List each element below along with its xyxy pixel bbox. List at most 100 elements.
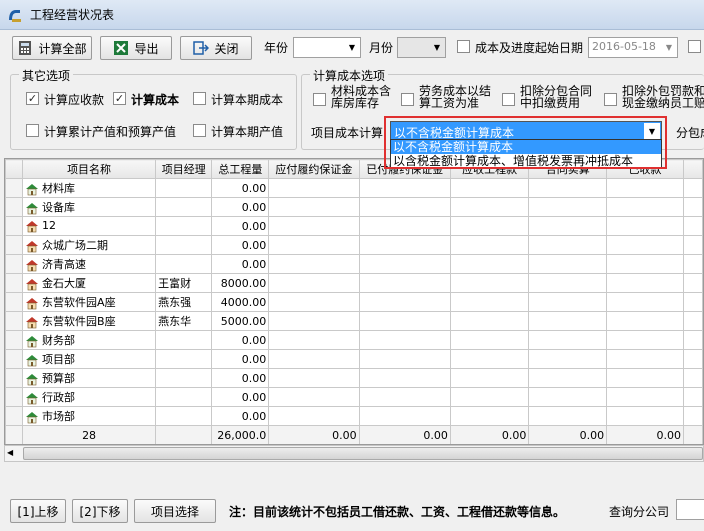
empty-cell[interactable] bbox=[606, 406, 685, 426]
empty-cell[interactable] bbox=[449, 387, 530, 407]
table-row[interactable]: 行政部 0.00 bbox=[5, 387, 703, 407]
empty-cell[interactable] bbox=[683, 254, 703, 274]
empty-cell[interactable] bbox=[683, 216, 703, 236]
empty-cell[interactable] bbox=[449, 349, 530, 369]
project-name-cell[interactable]: 东营软件园B座 bbox=[22, 311, 157, 331]
project-name-cell[interactable]: 财务部 bbox=[22, 330, 157, 350]
manager-cell[interactable] bbox=[155, 368, 213, 388]
deduct-sub-checkbox[interactable] bbox=[502, 93, 515, 106]
manager-cell[interactable] bbox=[155, 387, 213, 407]
quantity-cell[interactable]: 0.00 bbox=[211, 406, 270, 426]
empty-cell[interactable] bbox=[683, 273, 703, 293]
empty-cell[interactable] bbox=[268, 197, 360, 217]
table-row[interactable]: 设备库 0.00 bbox=[5, 197, 703, 217]
calc-receivable-checkbox[interactable]: ✓ bbox=[26, 92, 39, 105]
extra-option-checkbox[interactable] bbox=[688, 40, 701, 53]
empty-cell[interactable] bbox=[528, 254, 608, 274]
column-header[interactable]: 总工程量 bbox=[211, 159, 270, 179]
empty-cell[interactable] bbox=[449, 368, 530, 388]
column-header[interactable]: 项目经理 bbox=[155, 159, 213, 179]
manager-cell[interactable] bbox=[155, 349, 213, 369]
table-row[interactable]: 项目部 0.00 bbox=[5, 349, 703, 369]
quantity-cell[interactable]: 4000.00 bbox=[211, 292, 270, 312]
empty-cell[interactable] bbox=[606, 254, 685, 274]
empty-cell[interactable] bbox=[528, 197, 608, 217]
empty-cell[interactable] bbox=[358, 311, 451, 331]
branch-select[interactable] bbox=[676, 499, 704, 520]
empty-cell[interactable] bbox=[606, 387, 685, 407]
empty-cell[interactable] bbox=[449, 254, 530, 274]
empty-cell[interactable] bbox=[683, 406, 703, 426]
manager-cell[interactable] bbox=[155, 235, 213, 255]
project-name-cell[interactable]: 金石大厦 bbox=[22, 273, 157, 293]
row-indicator[interactable] bbox=[5, 330, 24, 350]
project-name-cell[interactable]: 预算部 bbox=[22, 368, 157, 388]
empty-cell[interactable] bbox=[449, 178, 530, 198]
manager-cell[interactable] bbox=[155, 178, 213, 198]
quantity-cell[interactable]: 0.00 bbox=[211, 178, 270, 198]
material-cost-checkbox[interactable] bbox=[313, 93, 326, 106]
empty-cell[interactable] bbox=[268, 216, 360, 236]
empty-cell[interactable] bbox=[358, 387, 451, 407]
empty-cell[interactable] bbox=[358, 254, 451, 274]
empty-cell[interactable] bbox=[268, 368, 360, 388]
year-select[interactable]: ▼ bbox=[293, 37, 361, 58]
empty-cell[interactable] bbox=[606, 197, 685, 217]
row-indicator[interactable] bbox=[5, 349, 24, 369]
horizontal-scrollbar[interactable]: ◀ bbox=[4, 445, 704, 462]
month-select[interactable]: ▼ bbox=[397, 37, 446, 58]
empty-cell[interactable] bbox=[606, 216, 685, 236]
empty-cell[interactable] bbox=[449, 273, 530, 293]
empty-cell[interactable] bbox=[528, 406, 608, 426]
close-button[interactable]: 关闭 bbox=[180, 36, 252, 60]
quantity-cell[interactable]: 0.00 bbox=[211, 349, 270, 369]
empty-cell[interactable] bbox=[528, 178, 608, 198]
manager-cell[interactable]: 燕东华 bbox=[155, 311, 213, 331]
row-indicator[interactable] bbox=[5, 273, 24, 293]
empty-cell[interactable] bbox=[358, 292, 451, 312]
row-indicator[interactable] bbox=[5, 368, 24, 388]
row-indicator[interactable] bbox=[5, 178, 24, 198]
empty-cell[interactable] bbox=[683, 330, 703, 350]
empty-cell[interactable] bbox=[449, 216, 530, 236]
table-row[interactable]: 东营软件园B座 燕东华 5000.00 bbox=[5, 311, 703, 331]
empty-cell[interactable] bbox=[268, 387, 360, 407]
empty-cell[interactable] bbox=[268, 178, 360, 198]
row-indicator[interactable] bbox=[5, 311, 24, 331]
project-name-cell[interactable]: 行政部 bbox=[22, 387, 157, 407]
column-header[interactable]: 应付履约保证金 bbox=[268, 159, 360, 179]
project-name-cell[interactable]: 众城广场二期 bbox=[22, 235, 157, 255]
empty-cell[interactable] bbox=[606, 273, 685, 293]
empty-cell[interactable] bbox=[358, 197, 451, 217]
empty-cell[interactable] bbox=[528, 349, 608, 369]
empty-cell[interactable] bbox=[528, 235, 608, 255]
quantity-cell[interactable]: 0.00 bbox=[211, 235, 270, 255]
manager-cell[interactable] bbox=[155, 330, 213, 350]
project-name-cell[interactable]: 济青高速 bbox=[22, 254, 157, 274]
empty-cell[interactable] bbox=[358, 235, 451, 255]
empty-cell[interactable] bbox=[528, 387, 608, 407]
table-row[interactable]: 市场部 0.00 bbox=[5, 406, 703, 426]
project-name-cell[interactable]: 项目部 bbox=[22, 349, 157, 369]
move-up-button[interactable]: [1]上移 bbox=[10, 499, 66, 523]
quantity-cell[interactable]: 0.00 bbox=[211, 368, 270, 388]
empty-cell[interactable] bbox=[268, 254, 360, 274]
deduct-ext-checkbox[interactable] bbox=[604, 93, 617, 106]
empty-cell[interactable] bbox=[528, 273, 608, 293]
table-row[interactable]: 财务部 0.00 bbox=[5, 330, 703, 350]
manager-cell[interactable] bbox=[155, 406, 213, 426]
manager-cell[interactable] bbox=[155, 254, 213, 274]
empty-cell[interactable] bbox=[268, 273, 360, 293]
empty-cell[interactable] bbox=[683, 178, 703, 198]
empty-cell[interactable] bbox=[449, 330, 530, 350]
quantity-cell[interactable]: 5000.00 bbox=[211, 311, 270, 331]
empty-cell[interactable] bbox=[528, 330, 608, 350]
empty-cell[interactable] bbox=[358, 406, 451, 426]
quantity-cell[interactable]: 0.00 bbox=[211, 330, 270, 350]
quantity-cell[interactable]: 0.00 bbox=[211, 197, 270, 217]
project-name-cell[interactable]: 东营软件园A座 bbox=[22, 292, 157, 312]
empty-cell[interactable] bbox=[683, 292, 703, 312]
manager-cell[interactable]: 王富财 bbox=[155, 273, 213, 293]
quantity-cell[interactable]: 0.00 bbox=[211, 216, 270, 236]
table-row[interactable]: 材料库 0.00 bbox=[5, 178, 703, 198]
